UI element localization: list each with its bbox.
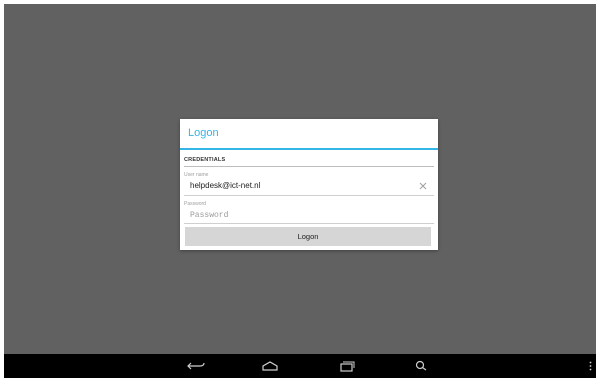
password-field[interactable]: [190, 210, 420, 221]
title-divider: [180, 148, 438, 150]
search-button[interactable]: [404, 354, 440, 378]
password-label: Password: [184, 201, 206, 207]
clear-icon[interactable]: [418, 181, 428, 191]
username-label: User name: [184, 172, 209, 178]
section-divider: [184, 166, 434, 167]
system-navigation-bar: [4, 354, 596, 378]
back-button[interactable]: [178, 354, 214, 378]
back-icon: [187, 362, 205, 370]
recent-apps-button[interactable]: [328, 354, 364, 378]
section-header-credentials: CREDENTIALS: [184, 157, 226, 163]
home-icon: [262, 361, 278, 371]
logon-dialog: Logon CREDENTIALS User name helpdesk@ict…: [180, 119, 438, 250]
search-icon: [415, 360, 427, 371]
recent-apps-icon: [340, 361, 355, 372]
username-field[interactable]: helpdesk@ict-net.nl: [190, 181, 260, 190]
app-background: Logon CREDENTIALS User name helpdesk@ict…: [4, 4, 596, 354]
logon-button[interactable]: Logon: [185, 227, 431, 246]
dialog-title: Logon: [188, 127, 219, 139]
username-underline: [184, 195, 434, 196]
home-button[interactable]: [252, 354, 288, 378]
menu-icon[interactable]: [589, 361, 592, 371]
password-underline: [184, 223, 434, 224]
